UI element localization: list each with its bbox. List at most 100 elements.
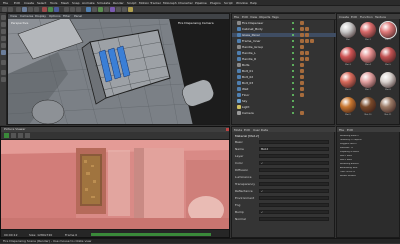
attribute-field[interactable] — [259, 203, 329, 207]
menu-item[interactable]: MoGraph — [163, 1, 177, 5]
visibility-check-icon[interactable] — [292, 58, 294, 60]
material-tag-icon[interactable] — [300, 51, 304, 55]
material-tag-icon[interactable] — [305, 39, 309, 43]
visibility-check-icon[interactable] — [292, 100, 294, 102]
visibility-check-icon[interactable] — [292, 52, 294, 54]
snap-icon[interactable] — [1, 70, 6, 75]
matmgr-menu-edit[interactable]: Edit — [351, 15, 357, 19]
object-row[interactable]: Floor — [232, 93, 336, 97]
menu-item[interactable]: Create — [24, 1, 34, 5]
menu-item[interactable]: Motion Tracker — [139, 1, 161, 5]
material-tag-icon[interactable] — [305, 27, 309, 31]
object-row[interactable]: Cabinet_Body — [232, 27, 336, 31]
object-row[interactable]: Camera — [232, 111, 336, 115]
spline-icon[interactable] — [92, 7, 97, 12]
material-tag-icon[interactable] — [310, 39, 314, 43]
viewport-menu-view[interactable]: View — [10, 14, 17, 19]
material-swatch[interactable] — [360, 72, 376, 88]
visibility-check-icon[interactable] — [292, 76, 294, 78]
object-row[interactable]: Bolt_03 — [232, 81, 336, 85]
axis-mode-icon[interactable] — [1, 60, 6, 65]
material-tag-icon[interactable] — [300, 93, 304, 97]
make-editable-icon[interactable] — [1, 15, 6, 20]
material-tag-icon[interactable] — [300, 69, 304, 73]
menu-item[interactable]: Plugins — [210, 1, 221, 5]
object-row[interactable]: Fire Dispenser — [232, 21, 336, 25]
matmgr-menu-create[interactable]: Create — [339, 15, 349, 19]
texture-mode-icon[interactable] — [1, 29, 6, 34]
attr-menu-mode[interactable]: Mode — [234, 128, 242, 132]
menu-item[interactable]: Character — [178, 1, 193, 5]
object-row[interactable]: Bolt_01 — [232, 69, 336, 73]
visibility-check-icon[interactable] — [292, 112, 294, 114]
attr-menu-user-data[interactable]: User Data — [253, 128, 268, 132]
visibility-check-icon[interactable] — [292, 82, 294, 84]
object-row[interactable]: Bolts — [232, 63, 336, 67]
menu-item[interactable]: File — [3, 1, 8, 5]
attribute-field[interactable] — [259, 168, 329, 172]
attribute-field[interactable] — [259, 196, 329, 200]
visibility-check-icon[interactable] — [292, 94, 294, 96]
cube-icon[interactable] — [86, 7, 91, 12]
render-view-icon[interactable] — [64, 7, 69, 12]
3d-viewport[interactable]: View Cameras Display Options Filter Pane… — [7, 13, 230, 125]
console-menu-edit[interactable]: Edit — [347, 128, 353, 132]
material-swatch[interactable] — [380, 97, 396, 113]
object-row[interactable]: Sky — [232, 99, 336, 103]
undo-icon[interactable] — [2, 7, 7, 12]
material-tag-icon[interactable] — [300, 27, 304, 31]
menu-item[interactable]: Mesh — [61, 1, 69, 5]
visibility-check-icon[interactable] — [292, 22, 294, 24]
attribute-field[interactable] — [259, 217, 329, 221]
viewport-menu-panel[interactable]: Panel — [74, 14, 82, 19]
object-row[interactable]: Handle_R — [232, 57, 336, 61]
attribute-field[interactable] — [259, 140, 329, 144]
material-swatch[interactable] — [360, 97, 376, 113]
material-swatch[interactable] — [340, 97, 356, 113]
objmgr-menu-file[interactable]: File — [234, 15, 239, 19]
y-axis-icon[interactable] — [48, 7, 53, 12]
material-swatch[interactable] — [380, 47, 396, 63]
light-icon[interactable] — [128, 7, 133, 12]
object-row[interactable]: Glass_Panel — [232, 33, 336, 37]
play-icon[interactable] — [4, 133, 9, 138]
matmgr-menu-texture[interactable]: Texture — [375, 15, 386, 19]
save-icon[interactable] — [18, 133, 23, 138]
object-row[interactable]: Wall — [232, 87, 336, 91]
object-row[interactable]: Handle_Group — [232, 45, 336, 49]
objmgr-menu-objects[interactable]: Objects — [259, 15, 270, 19]
stop-icon[interactable] — [11, 133, 16, 138]
menu-item[interactable]: Animate — [82, 1, 95, 5]
viewport-menu-options[interactable]: Options — [49, 14, 61, 19]
visibility-check-icon[interactable] — [292, 64, 294, 66]
objmgr-menu-view[interactable]: View — [250, 15, 257, 19]
viewport-scene[interactable] — [8, 14, 230, 125]
menu-item[interactable]: Sculpt — [127, 1, 136, 5]
polygons-mode-icon[interactable] — [1, 50, 6, 55]
attribute-field[interactable]: ✓ — [259, 161, 329, 165]
objmgr-menu-edit[interactable]: Edit — [242, 15, 248, 19]
deformer-icon[interactable] — [110, 7, 115, 12]
workplane-icon[interactable] — [1, 77, 6, 82]
menu-item[interactable]: Simulate — [97, 1, 110, 5]
material-swatch[interactable] — [360, 22, 376, 38]
material-tag-icon[interactable] — [300, 111, 304, 115]
z-axis-icon[interactable] — [54, 7, 59, 12]
visibility-check-icon[interactable] — [292, 40, 294, 42]
viewport-menu-cameras[interactable]: Cameras — [20, 14, 33, 19]
attribute-field[interactable] — [259, 182, 329, 186]
material-swatch[interactable] — [360, 47, 376, 63]
material-tag-icon[interactable] — [300, 21, 304, 25]
material-tag-icon[interactable] — [305, 51, 309, 55]
move-icon[interactable] — [22, 7, 27, 12]
render-canvas[interactable] — [1, 140, 229, 229]
material-tag-icon[interactable] — [300, 81, 304, 85]
viewport-menu-filter[interactable]: Filter — [63, 14, 70, 19]
redo-icon[interactable] — [8, 7, 13, 12]
material-swatch[interactable] — [340, 72, 356, 88]
menu-item[interactable]: Script — [224, 1, 233, 5]
model-mode-icon[interactable] — [1, 22, 6, 27]
points-mode-icon[interactable] — [1, 36, 6, 41]
select-icon[interactable] — [16, 7, 21, 12]
material-tag-icon[interactable] — [300, 33, 304, 37]
